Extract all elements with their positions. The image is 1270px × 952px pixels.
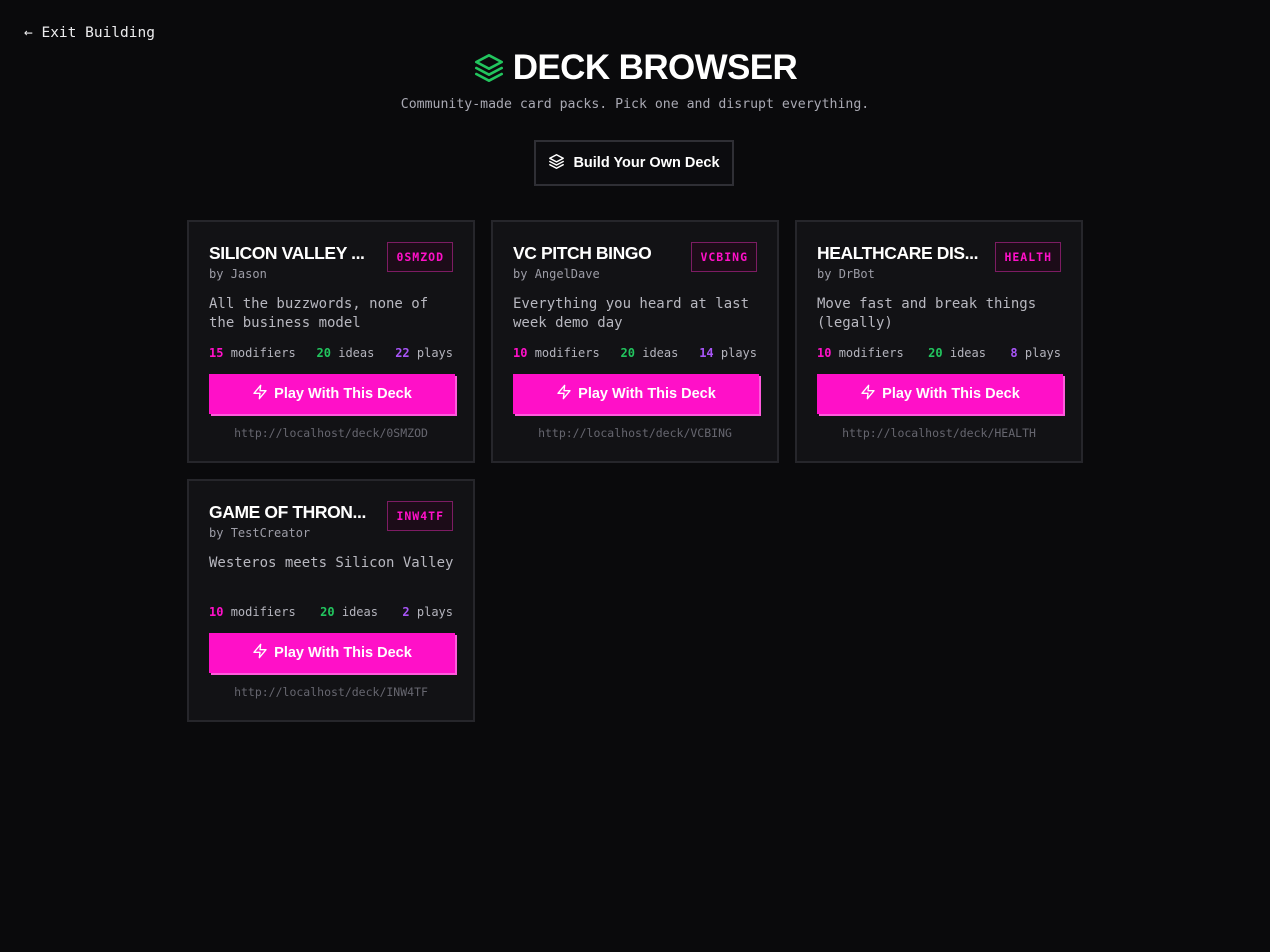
play-with-this-deck-button[interactable]: Play With This Deck bbox=[513, 374, 759, 414]
deck-stats: 10 modifiers 20 ideas 2 plays bbox=[209, 605, 453, 619]
plays-count: 2 bbox=[402, 605, 410, 619]
modifiers-count: 15 bbox=[209, 346, 224, 360]
deck-title: VC PITCH BINGO bbox=[513, 243, 652, 263]
by-label: by bbox=[209, 526, 224, 540]
by-label: by bbox=[209, 267, 224, 281]
deck-stats: 10 modifiers 20 ideas 14 plays bbox=[513, 346, 757, 360]
deck-card: GAME OF THRON... INW4TF by TestCreator W… bbox=[187, 479, 475, 722]
modifiers-count: 10 bbox=[817, 346, 832, 360]
deck-author: by TestCreator bbox=[209, 526, 310, 540]
deck-grid: SILICON VALLEY ... 0SMZOD by Jason All t… bbox=[187, 220, 1083, 722]
plays-label: plays bbox=[720, 346, 757, 360]
modifiers-stat: 10 modifiers bbox=[817, 346, 904, 360]
ideas-stat: 20 ideas bbox=[621, 346, 679, 360]
deck-url[interactable]: http://localhost/deck/INW4TF bbox=[189, 685, 473, 699]
plays-label: plays bbox=[416, 605, 453, 619]
modifiers-stat: 15 modifiers bbox=[209, 346, 296, 360]
ideas-label: ideas bbox=[642, 346, 679, 360]
lightning-icon bbox=[252, 384, 268, 404]
page-subtitle: Community-made card packs. Pick one and … bbox=[400, 97, 870, 112]
page-header: DECK BROWSER bbox=[0, 46, 1270, 90]
play-button-label: Play With This Deck bbox=[882, 386, 1020, 402]
plays-stat: 8 plays bbox=[1010, 346, 1061, 360]
modifiers-label: modifiers bbox=[230, 346, 296, 360]
by-label: by bbox=[817, 267, 832, 281]
play-button-label: Play With This Deck bbox=[274, 645, 412, 661]
modifiers-count: 10 bbox=[513, 346, 528, 360]
plays-label: plays bbox=[1024, 346, 1061, 360]
author-name: TestCreator bbox=[230, 526, 311, 540]
build-your-own-deck-button[interactable]: Build Your Own Deck bbox=[534, 140, 734, 186]
title-row: DECK BROWSER bbox=[473, 46, 798, 90]
deck-description: Everything you heard at last week demo d… bbox=[513, 296, 750, 331]
layers-icon bbox=[473, 52, 505, 84]
ideas-label: ideas bbox=[949, 346, 986, 360]
deck-url[interactable]: http://localhost/deck/VCBING bbox=[493, 426, 777, 440]
plays-stat: 2 plays bbox=[402, 605, 453, 619]
play-button-label: Play With This Deck bbox=[274, 386, 412, 402]
ideas-count: 20 bbox=[620, 346, 635, 360]
build-button-label: Build Your Own Deck bbox=[573, 155, 720, 171]
modifiers-label: modifiers bbox=[534, 346, 600, 360]
lightning-icon bbox=[252, 643, 268, 663]
deck-card: HEALTHCARE DIS... HEALTH by DrBot Move f… bbox=[795, 220, 1083, 463]
ideas-count: 20 bbox=[316, 346, 331, 360]
deck-title: HEALTHCARE DIS... bbox=[817, 243, 979, 263]
by-label: by bbox=[513, 267, 528, 281]
play-button-label: Play With This Deck bbox=[578, 386, 716, 402]
deck-description: All the buzzwords, none of the business … bbox=[209, 296, 429, 331]
plays-count: 22 bbox=[395, 346, 410, 360]
deck-description: Move fast and break things (legally) bbox=[817, 296, 1037, 331]
deck-code-badge: 0SMZOD bbox=[387, 242, 453, 272]
deck-title: GAME OF THRON... bbox=[209, 502, 366, 522]
deck-stats: 15 modifiers 20 ideas 22 plays bbox=[209, 346, 453, 360]
layers-icon bbox=[548, 153, 565, 174]
plays-stat: 14 plays bbox=[699, 346, 757, 360]
ideas-stat: 20 ideas bbox=[928, 346, 986, 360]
plays-count: 8 bbox=[1010, 346, 1018, 360]
deck-code-badge: HEALTH bbox=[995, 242, 1061, 272]
modifiers-label: modifiers bbox=[838, 346, 904, 360]
deck-title: SILICON VALLEY ... bbox=[209, 243, 365, 263]
ideas-stat: 20 ideas bbox=[320, 605, 378, 619]
play-with-this-deck-button[interactable]: Play With This Deck bbox=[209, 633, 455, 673]
author-name: Jason bbox=[230, 267, 267, 281]
plays-label: plays bbox=[416, 346, 453, 360]
deck-card: SILICON VALLEY ... 0SMZOD by Jason All t… bbox=[187, 220, 475, 463]
exit-building-link[interactable]: ← Exit Building bbox=[24, 25, 155, 41]
deck-url[interactable]: http://localhost/deck/0SMZOD bbox=[189, 426, 473, 440]
deck-code-badge: VCBING bbox=[691, 242, 757, 272]
deck-url[interactable]: http://localhost/deck/HEALTH bbox=[797, 426, 1081, 440]
modifiers-stat: 10 modifiers bbox=[209, 605, 296, 619]
modifiers-stat: 10 modifiers bbox=[513, 346, 600, 360]
ideas-label: ideas bbox=[341, 605, 378, 619]
lightning-icon bbox=[860, 384, 876, 404]
deck-author: by DrBot bbox=[817, 267, 875, 281]
plays-count: 14 bbox=[699, 346, 714, 360]
page-title: DECK BROWSER bbox=[512, 48, 798, 87]
ideas-stat: 20 ideas bbox=[317, 346, 375, 360]
deck-code-badge: INW4TF bbox=[387, 501, 453, 531]
ideas-count: 20 bbox=[320, 605, 335, 619]
deck-author: by AngelDave bbox=[513, 267, 600, 281]
ideas-count: 20 bbox=[928, 346, 943, 360]
author-name: DrBot bbox=[838, 267, 875, 281]
play-with-this-deck-button[interactable]: Play With This Deck bbox=[817, 374, 1063, 414]
modifiers-count: 10 bbox=[209, 605, 224, 619]
modifiers-label: modifiers bbox=[230, 605, 296, 619]
deck-author: by Jason bbox=[209, 267, 267, 281]
play-with-this-deck-button[interactable]: Play With This Deck bbox=[209, 374, 455, 414]
deck-card: VC PITCH BINGO VCBING by AngelDave Every… bbox=[491, 220, 779, 463]
deck-stats: 10 modifiers 20 ideas 8 plays bbox=[817, 346, 1061, 360]
ideas-label: ideas bbox=[338, 346, 375, 360]
plays-stat: 22 plays bbox=[395, 346, 453, 360]
deck-description: Westeros meets Silicon Valley bbox=[209, 555, 454, 571]
lightning-icon bbox=[556, 384, 572, 404]
author-name: AngelDave bbox=[534, 267, 600, 281]
